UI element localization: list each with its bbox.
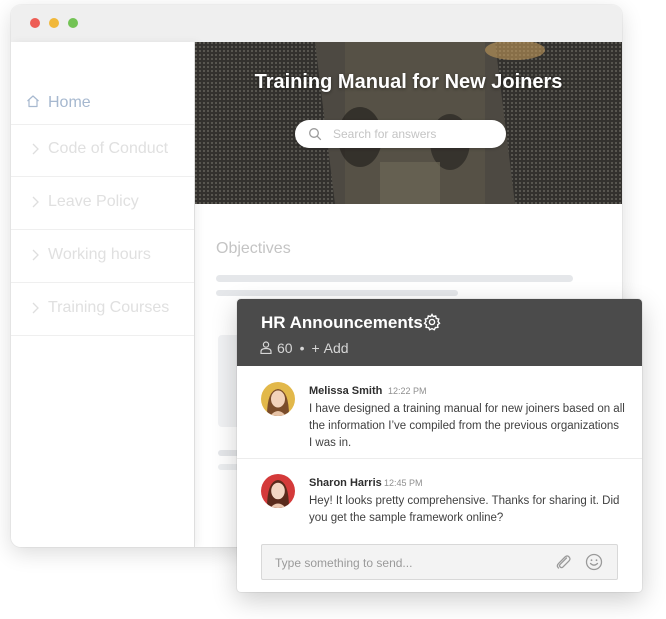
add-label: Add: [323, 340, 349, 356]
search-icon: [309, 128, 322, 141]
placeholder-line: [216, 275, 573, 282]
maximize-window-button[interactable]: [68, 18, 78, 28]
chat-meta: 60 • + Add: [260, 340, 349, 356]
sidebar-item-training-courses[interactable]: Training Courses: [11, 283, 194, 336]
hero-title: Training Manual for New Joiners: [254, 71, 563, 93]
window-titlebar: [11, 5, 622, 43]
hero-banner: Training Manual for New Joiners Search f…: [195, 42, 622, 204]
home-icon: [27, 95, 39, 108]
section-title: Objectives: [216, 240, 291, 257]
sidebar-item-label: Leave Policy: [48, 193, 139, 210]
search-box[interactable]: Search for answers: [295, 120, 506, 148]
smiley-icon[interactable]: [585, 553, 603, 571]
message-sender: Melissa Smith: [309, 385, 383, 397]
sidebar-item-leave-policy[interactable]: Leave Policy: [11, 177, 194, 230]
avatar[interactable]: [261, 474, 295, 508]
sidebar-item-label: Code of Conduct: [48, 140, 169, 157]
sidebar-item-label: Training Courses: [48, 299, 170, 316]
meta-separator: •: [299, 340, 305, 356]
close-window-button[interactable]: [30, 18, 40, 28]
chevron-right-icon: [32, 196, 39, 208]
message-time: 12:22 PM: [388, 386, 427, 396]
placeholder-line: [216, 290, 458, 296]
sidebar-item-home[interactable]: Home: [11, 84, 194, 125]
chat-panel: HR Announcements 60 • + Add Melissa Smith 1…: [237, 299, 642, 592]
avatar[interactable]: [261, 382, 295, 416]
message-time: 12:45 PM: [384, 478, 423, 488]
search-input[interactable]: Search for answers: [333, 127, 436, 141]
message-sender: Sharon Harris: [309, 477, 382, 489]
message-composer[interactable]: Type something to send...: [261, 544, 618, 580]
minimize-window-button[interactable]: [49, 18, 59, 28]
sidebar: Home Code of Conduct Leave Policy Workin…: [11, 42, 195, 547]
plus-icon: +: [311, 340, 320, 356]
chevron-right-icon: [32, 143, 39, 155]
sidebar-item-label: Home: [48, 94, 91, 111]
sidebar-item-code-of-conduct[interactable]: Code of Conduct: [11, 124, 194, 177]
message-input[interactable]: Type something to send...: [275, 556, 412, 570]
chevron-right-icon: [32, 249, 39, 261]
member-count: 60: [277, 340, 293, 356]
paperclip-icon[interactable]: [554, 553, 572, 571]
add-member-button[interactable]: + Add: [311, 340, 348, 356]
sidebar-item-label: Working hours: [48, 246, 151, 263]
message-text: I have designed a training manual for ne…: [309, 403, 625, 449]
sidebar-item-working-hours[interactable]: Working hours: [11, 230, 194, 283]
chevron-right-icon: [32, 302, 39, 314]
chat-message: Melissa Smith 12:22 PM I have designed a…: [237, 367, 642, 459]
chat-title: HR Announcements: [261, 313, 423, 332]
gear-icon[interactable]: [423, 313, 441, 331]
chat-header: HR Announcements 60 • + Add: [237, 299, 642, 366]
chat-message: Sharon Harris 12:45 PM Hey! It looks pre…: [237, 459, 642, 529]
person-icon: [260, 341, 272, 354]
message-text: Hey! It looks pretty comprehensive. Than…: [309, 495, 620, 524]
